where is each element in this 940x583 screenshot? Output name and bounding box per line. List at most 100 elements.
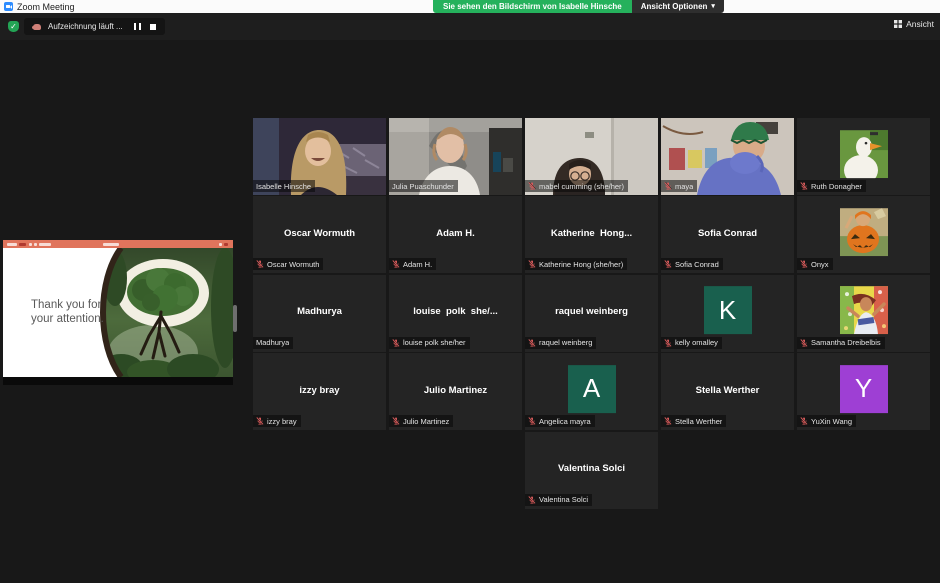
participant-name-text: mabel cumming (she/her) [539, 182, 624, 191]
participant-tile[interactable]: Onyx [797, 196, 930, 273]
duck-avatar-photo [840, 130, 888, 178]
participant-tile[interactable]: mabel cumming (she/her) [525, 118, 658, 195]
participant-tile[interactable]: izzy bray izzy bray [253, 353, 386, 430]
participant-tile[interactable]: louise polk she/... louise polk she/her [389, 275, 522, 352]
security-shield-icon[interactable]: ✓ [8, 21, 19, 32]
muted-mic-icon [800, 260, 808, 268]
view-options-label: Ansicht Optionen [641, 0, 708, 13]
participant-name-label: Madhurya [253, 337, 293, 349]
participant-display-name: raquel weinberg [525, 306, 658, 317]
participant-display-name: Adam H. [389, 228, 522, 239]
participant-name-text: Julia Puaschunder [392, 182, 454, 191]
muted-mic-icon [256, 260, 264, 268]
participant-name-label: kelly omalley [661, 337, 722, 349]
participant-tile[interactable]: Stella Werther Stella Werther [661, 353, 794, 430]
stop-recording-button[interactable] [150, 24, 156, 30]
presentation-title-bar [3, 240, 233, 248]
pumpkin-costume-avatar-photo [840, 208, 888, 256]
participant-name-label: Julia Puaschunder [389, 180, 458, 192]
participant-name-text: Samantha Dreibelbis [811, 338, 881, 347]
muted-mic-icon [528, 417, 536, 425]
chevron-down-icon: ▾ [711, 0, 715, 13]
pause-recording-button[interactable] [134, 23, 141, 30]
muted-mic-icon [664, 260, 672, 268]
participant-name-label: Adam H. [389, 258, 436, 270]
participant-name-text: Ruth Donagher [811, 182, 862, 191]
participant-display-name: Madhurya [253, 306, 386, 317]
participant-display-name: Julio Martinez [389, 385, 522, 396]
muted-mic-icon [256, 417, 264, 425]
participant-name-text: kelly omalley [675, 338, 718, 347]
participant-name-text: louise polk she/her [403, 338, 466, 347]
muted-mic-icon [800, 417, 808, 425]
participant-name-label: Onyx [797, 258, 833, 270]
participant-name-label: Valentina Solci [525, 494, 592, 506]
participant-tile[interactable]: K kelly omalley [661, 275, 794, 352]
participant-display-name: louise polk she/... [389, 306, 522, 317]
participant-name-label: Angelica mayra [525, 415, 595, 427]
participant-name-text: Sofia Conrad [675, 260, 719, 269]
participant-name-text: Valentina Solci [539, 495, 588, 504]
panel-resize-handle[interactable] [233, 305, 237, 332]
participant-name-text: Angelica mayra [539, 417, 591, 426]
participant-display-name: Stella Werther [661, 385, 794, 396]
participant-name-label: raquel weinberg [525, 337, 596, 349]
participant-tile[interactable]: raquel weinberg raquel weinberg [525, 275, 658, 352]
participant-name-text: Onyx [811, 260, 829, 269]
letter-avatar: Y [840, 365, 888, 413]
participant-name-text: Isabelle Hinsche [256, 182, 311, 191]
participant-name-label: maya [661, 180, 697, 192]
participant-display-name: Katherine Hong... [525, 228, 658, 239]
muted-mic-icon [664, 182, 672, 190]
participant-name-label: mabel cumming (she/her) [525, 180, 628, 192]
participant-tile[interactable]: Ruth Donagher [797, 118, 930, 195]
shared-screen-thumbnail[interactable]: Thank you for your attention. [3, 240, 233, 385]
participant-name-text: maya [675, 182, 693, 191]
muted-mic-icon [528, 496, 536, 504]
view-button[interactable]: Ansicht [894, 19, 934, 29]
muted-mic-icon [664, 417, 672, 425]
participant-tile[interactable]: Sofia Conrad Sofia Conrad [661, 196, 794, 273]
presentation-bottom-bar [3, 377, 233, 385]
muted-mic-icon [392, 417, 400, 425]
participant-tile[interactable]: Y YuXin Wang [797, 353, 930, 430]
screen-share-banner: Sie sehen den Bildschirm von Isabelle Hi… [433, 0, 724, 13]
recording-icon [33, 24, 41, 30]
participant-tile[interactable]: maya [661, 118, 794, 195]
participant-display-name: izzy bray [253, 385, 386, 396]
participant-tile[interactable]: Valentina Solci Valentina Solci [525, 432, 658, 509]
dancer-avatar-photo [840, 286, 888, 334]
presentation-slide: Thank you for your attention. [3, 248, 233, 377]
participant-name-text: raquel weinberg [539, 338, 592, 347]
participant-tile[interactable]: Oscar Wormuth Oscar Wormuth [253, 196, 386, 273]
participant-display-name: Oscar Wormuth [253, 228, 386, 239]
participant-name-text: Julio Martinez [403, 417, 449, 426]
muted-mic-icon [392, 260, 400, 268]
participant-name-label: Oscar Wormuth [253, 258, 323, 270]
share-banner-text: Sie sehen den Bildschirm von Isabelle Hi… [433, 0, 632, 13]
participant-tile[interactable]: Katherine Hong... Katherine Hong (she/he… [525, 196, 658, 273]
view-options-button[interactable]: Ansicht Optionen ▾ [632, 0, 724, 13]
participant-name-label: Isabelle Hinsche [253, 180, 315, 192]
participant-tile[interactable]: Madhurya Madhurya [253, 275, 386, 352]
participant-name-label: Katherine Hong (she/her) [525, 258, 627, 270]
letter-avatar: K [704, 286, 752, 334]
participant-tile[interactable]: A Angelica mayra [525, 353, 658, 430]
participant-name-label: louise polk she/her [389, 337, 470, 349]
muted-mic-icon [800, 182, 808, 190]
participant-name-text: Madhurya [256, 338, 289, 347]
participant-tile[interactable]: Adam H. Adam H. [389, 196, 522, 273]
participant-tile[interactable]: Isabelle Hinsche [253, 118, 386, 195]
slide-text: Thank you for your attention. [31, 298, 104, 327]
muted-mic-icon [528, 339, 536, 347]
participant-name-label: YuXin Wang [797, 415, 856, 427]
participant-tile[interactable]: Julia Puaschunder [389, 118, 522, 195]
participant-name-text: izzy bray [267, 417, 297, 426]
muted-mic-icon [528, 182, 536, 190]
participant-name-label: Stella Werther [661, 415, 726, 427]
participant-tile[interactable]: Samantha Dreibelbis [797, 275, 930, 352]
participant-name-text: Oscar Wormuth [267, 260, 319, 269]
participant-tile[interactable]: Julio Martinez Julio Martinez [389, 353, 522, 430]
window-title: Zoom Meeting [17, 2, 75, 12]
muted-mic-icon [800, 339, 808, 347]
